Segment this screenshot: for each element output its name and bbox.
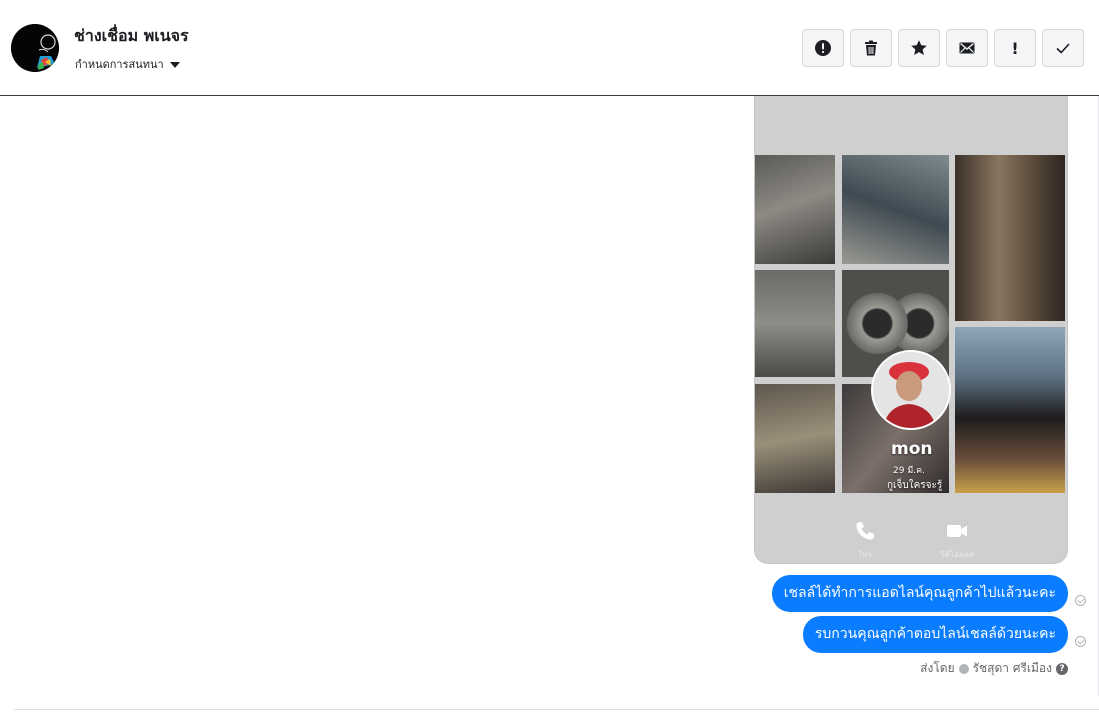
assign-label: กำหนดการสนทนา xyxy=(75,58,164,71)
spam-button[interactable] xyxy=(802,29,844,67)
grid-photo xyxy=(955,155,1065,321)
check-icon xyxy=(1056,43,1070,54)
shared-image-attachment[interactable]: mon 29 มี.ค. กูเจ็บใครจะรู้ โทร วิดีโอคอ… xyxy=(754,96,1068,564)
header-toolbar: ! xyxy=(802,29,1084,67)
done-button[interactable] xyxy=(1042,29,1084,67)
star-icon xyxy=(911,40,927,55)
envelope-icon xyxy=(959,42,975,54)
profile-name: mon xyxy=(891,439,933,459)
grid-photo xyxy=(755,384,835,493)
grid-photo xyxy=(955,327,1065,493)
profile-meta: 29 มี.ค. xyxy=(893,466,925,476)
phone-icon xyxy=(856,522,874,540)
delivered-check-icon xyxy=(1075,595,1086,606)
voice-call-item: โทร xyxy=(835,520,895,561)
inbox-conversation-view: ช่างเชื่อม พเนจร กำหนดการสนทนา ! mon 29 … xyxy=(0,0,1099,713)
follow-up-button[interactable]: ! xyxy=(994,29,1036,67)
avatar-image xyxy=(11,24,59,72)
message-bubble[interactable]: รบกวนคุณลูกค้าตอบไลน์เชลล์ด้วยนะคะ xyxy=(802,616,1068,653)
delete-button[interactable] xyxy=(850,29,892,67)
verified-check-icon xyxy=(958,663,969,674)
message-bubble[interactable]: เชลล์ได้ทำการแอดไลน์คุณลูกค้าไปแล้วนะคะ xyxy=(771,575,1068,612)
assign-conversation-dropdown[interactable]: กำหนดการสนทนา xyxy=(75,55,180,73)
delivered-check-icon xyxy=(1075,636,1086,647)
video-camera-icon xyxy=(947,525,967,537)
trash-icon xyxy=(865,40,877,56)
profile-avatar-photo xyxy=(871,350,951,430)
conversation-header: ช่างเชื่อม พเนจร กำหนดการสนทนา ! xyxy=(0,0,1099,96)
sender-name[interactable]: รัชสุดา ศรีเมือง xyxy=(973,659,1052,678)
video-label: วิดีโอคอล xyxy=(940,550,974,559)
grid-photo xyxy=(842,155,949,264)
video-call-item: วิดีโอคอล xyxy=(927,520,987,561)
call-label: โทร xyxy=(858,550,872,559)
exclamation-icon: ! xyxy=(1011,38,1019,58)
contact-name: ช่างเชื่อม พเนจร xyxy=(74,26,189,45)
star-button[interactable] xyxy=(898,29,940,67)
grid-photo xyxy=(755,270,835,377)
grid-photo xyxy=(755,155,835,264)
help-icon[interactable]: ? xyxy=(1056,662,1068,675)
mark-unread-button[interactable] xyxy=(946,29,988,67)
sent-by-line: ส่งโดย รัชสุดา ศรีเมือง ? xyxy=(920,659,1068,678)
message-thread: mon 29 มี.ค. กูเจ็บใครจะรู้ โทร วิดีโอคอ… xyxy=(0,96,1099,713)
contact-avatar[interactable] xyxy=(11,24,59,72)
composer-divider xyxy=(14,709,1099,710)
sent-by-label: ส่งโดย xyxy=(920,661,955,675)
profile-status: กูเจ็บใครจะรู้ xyxy=(887,480,943,491)
alert-circle-icon xyxy=(815,40,831,56)
caret-down-icon xyxy=(169,61,180,68)
